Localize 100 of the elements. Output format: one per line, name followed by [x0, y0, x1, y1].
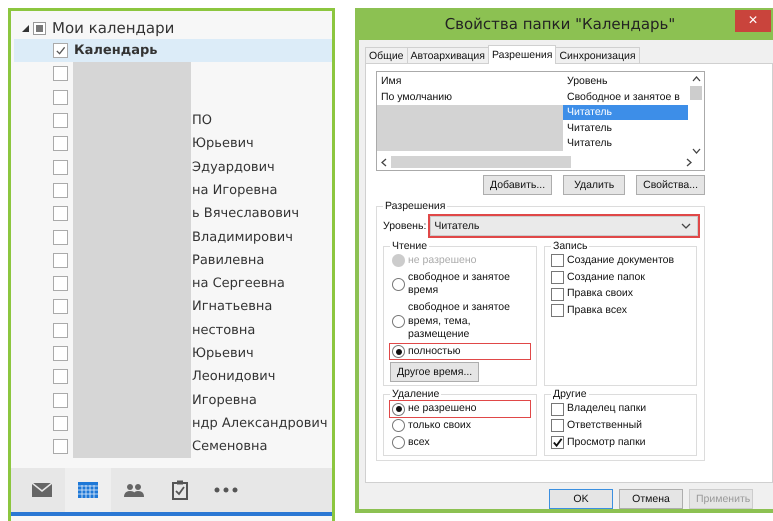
user-name-cell[interactable]: По умолчанию — [377, 89, 563, 104]
checkbox[interactable] — [53, 90, 68, 105]
checkbox[interactable] — [551, 419, 564, 432]
calendar-name[interactable]: на Игоревна — [192, 182, 278, 198]
scroll-left-icon[interactable] — [381, 158, 387, 166]
checkbox[interactable] — [551, 304, 564, 318]
option-label[interactable]: Владелец папки — [567, 402, 646, 416]
dialog-button[interactable]: Свойства... — [636, 175, 705, 195]
permission-cell[interactable]: Читатель — [563, 136, 688, 151]
group-checkbox-icon[interactable] — [33, 22, 46, 34]
calendar-name[interactable]: ь Вячеславович — [192, 206, 300, 222]
checkbox[interactable] — [53, 439, 68, 454]
checkbox[interactable] — [53, 322, 68, 338]
checkbox[interactable] — [53, 230, 68, 245]
radio-button[interactable] — [392, 419, 405, 432]
calendar-row[interactable]: ь Вячеславович — [14, 202, 332, 226]
option-label[interactable]: только своих — [408, 419, 472, 433]
calendar-name[interactable]: Леонидович — [192, 369, 276, 384]
option-label[interactable]: Правка всех — [567, 304, 627, 318]
option-label[interactable]: полностью — [408, 344, 460, 358]
calendar-row[interactable]: Владимирович — [14, 225, 332, 249]
column-header[interactable]: Уровень — [563, 72, 688, 89]
calendar-group-title[interactable]: Мои календари — [52, 19, 174, 37]
permission-cell[interactable]: Свободное и занятое в — [563, 89, 688, 104]
tab[interactable]: Разрешения — [488, 45, 556, 64]
option-label[interactable]: Создание папок — [567, 270, 645, 284]
calendar-nav-button[interactable] — [65, 468, 111, 512]
calendar-name[interactable]: Юрьевич — [192, 346, 254, 361]
checkbox[interactable] — [53, 392, 68, 408]
calendar-row[interactable]: Эдуардович — [14, 155, 332, 179]
checkbox[interactable] — [53, 136, 68, 152]
checkbox[interactable] — [53, 206, 68, 222]
radio-option[interactable]: только своих — [390, 418, 530, 434]
calendar-name[interactable]: на Сергеевна — [192, 276, 285, 292]
calendar-row[interactable]: Игнатьевна — [14, 295, 332, 319]
calendar-row[interactable]: ндр Александрович — [14, 412, 332, 436]
radio-option[interactable]: полностью — [390, 344, 530, 360]
calendar-name[interactable]: Юрьевич — [192, 136, 254, 152]
checkbox[interactable] — [53, 182, 68, 198]
dialog-button[interactable]: Другое время... — [390, 362, 480, 382]
checkbox[interactable] — [53, 299, 68, 314]
option-label[interactable]: не разрешено — [408, 402, 477, 416]
option-label[interactable]: Ответственный — [567, 419, 642, 433]
checkbox[interactable] — [53, 369, 68, 384]
radio-button[interactable] — [392, 402, 405, 416]
calendar-name[interactable]: Календарь — [74, 43, 158, 58]
checkbox[interactable] — [551, 288, 564, 301]
calendar-name[interactable]: Эдуардович — [192, 160, 275, 175]
dialog-button[interactable]: Удалить — [563, 175, 626, 195]
checkbox[interactable] — [53, 276, 68, 292]
radio-button[interactable] — [392, 345, 405, 358]
calendar-row[interactable]: нестовна — [14, 318, 332, 342]
scroll-right-icon[interactable] — [686, 158, 692, 166]
checkbox[interactable] — [551, 436, 564, 450]
calendar-row[interactable]: Юрьевич — [14, 132, 332, 156]
column-header[interactable]: Имя — [377, 72, 563, 89]
checkbox[interactable] — [53, 66, 68, 82]
calendar-row[interactable]: ПО — [14, 108, 332, 132]
tab[interactable]: Синхронизация — [555, 47, 640, 63]
checkbox[interactable] — [53, 416, 68, 431]
option-label[interactable]: Правка своих — [567, 287, 634, 301]
scroll-up-icon[interactable] — [692, 76, 700, 82]
checkbox[interactable] — [551, 402, 564, 416]
radio-button[interactable] — [392, 314, 405, 328]
calendar-name[interactable]: Игоревна — [192, 392, 257, 408]
calendar-row[interactable]: на Игоревна — [14, 178, 332, 202]
checkbox[interactable] — [53, 160, 68, 175]
calendar-row[interactable]: на Сергеевна — [14, 272, 332, 296]
scroll-thumb[interactable] — [391, 156, 571, 168]
checkbox[interactable] — [551, 270, 564, 284]
radio-option[interactable]: не разрешено — [390, 401, 530, 418]
tab[interactable]: Общие — [365, 47, 408, 63]
checkbox[interactable] — [53, 113, 68, 128]
calendar-name[interactable]: Владимирович — [192, 230, 293, 245]
dialog-button[interactable]: Отмена — [619, 489, 683, 509]
level-dropdown[interactable]: Читатель — [430, 216, 698, 236]
calendar-row[interactable]: Календарь — [14, 39, 332, 62]
option-label[interactable]: Просмотр папки — [567, 436, 646, 450]
radio-button[interactable] — [392, 278, 405, 291]
scroll-thumb[interactable] — [690, 86, 702, 100]
option-label[interactable]: всех — [408, 436, 430, 450]
calendar-row[interactable]: Игоревна — [14, 388, 332, 412]
calendar-name[interactable]: ндр Александрович — [192, 416, 328, 431]
checkbox[interactable] — [53, 43, 68, 58]
radio-button[interactable] — [392, 436, 405, 450]
checkbox[interactable] — [53, 346, 68, 361]
checkbox[interactable] — [551, 254, 564, 268]
calendar-name[interactable]: нестовна — [192, 322, 256, 338]
dialog-button[interactable]: Добавить... — [482, 175, 552, 195]
calendar-row[interactable]: Леонидович — [14, 365, 332, 388]
radio-option[interactable]: всех — [390, 434, 530, 450]
calendar-name[interactable]: Равилевна — [192, 252, 264, 268]
calendar-name[interactable]: Семеновна — [192, 439, 268, 454]
option-label[interactable]: Создание документов — [567, 254, 674, 268]
tab[interactable]: Автоархивация — [406, 47, 489, 63]
permission-cell[interactable]: Читатель — [563, 120, 688, 136]
close-button[interactable]: × — [735, 10, 771, 32]
calendar-row[interactable]: Семеновна — [14, 435, 332, 458]
calendar-name[interactable]: Игнатьевна — [192, 299, 272, 314]
calendar-row[interactable]: Равилевна — [14, 248, 332, 272]
